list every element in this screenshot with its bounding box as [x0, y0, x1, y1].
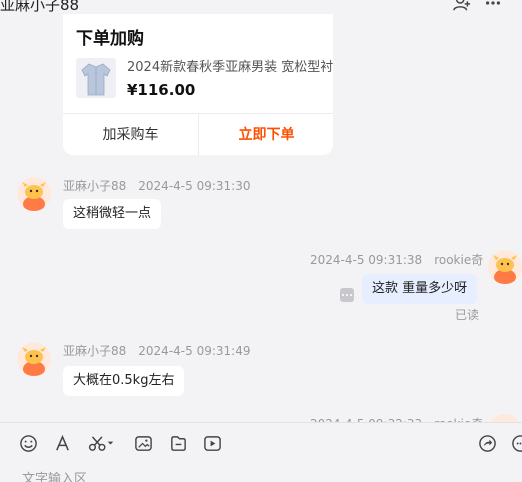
add-to-cart-button[interactable]: 加采购车 [63, 113, 198, 155]
order-card: 下单加购 2024新款春秋季亚麻男装 宽松型衬衫 ¥116.00 加采购车 立即… [63, 5, 333, 155]
message-bubble[interactable]: 这款 重量多少呀 [362, 274, 478, 304]
order-card-title: 下单加购 [76, 29, 144, 49]
file-icon[interactable] [167, 432, 189, 454]
image-icon[interactable] [132, 432, 154, 454]
more-icon[interactable] [482, 0, 504, 12]
message-time: 2024-4-5 09:31:30 [138, 179, 251, 193]
avatar[interactable] [17, 177, 51, 211]
message-meta: 亚麻小子88 2024-4-5 09:31:30 [63, 177, 250, 194]
message-bubble[interactable]: 这稍微轻一点 [63, 199, 162, 229]
message-time: 2024-4-5 09:31:38 [310, 253, 423, 267]
input-toolbar: 文字输入区 [0, 423, 522, 482]
message-meta: 2024-4-5 09:31:38 rookie奇 [310, 251, 483, 268]
chat-header: 亚麻小子88 [0, 0, 522, 14]
emoji-icon[interactable] [17, 432, 39, 454]
message-time: 2024-4-5 09:31:49 [138, 344, 251, 358]
avatar[interactable] [488, 250, 522, 284]
product-thumbnail[interactable] [76, 58, 116, 98]
video-icon[interactable] [201, 432, 223, 454]
font-icon[interactable] [51, 432, 73, 454]
share-icon[interactable] [476, 432, 498, 454]
message-bubble[interactable]: 大概在0.5kg左右 [63, 366, 185, 396]
buy-now-button[interactable]: 立即下单 [199, 113, 333, 155]
chat-title: 亚麻小子88 [0, 0, 80, 14]
product-price: ¥116.00 [127, 81, 196, 99]
message-meta: 亚麻小子88 2024-4-5 09:31:49 [63, 342, 250, 359]
message-input[interactable]: 文字输入区 [22, 468, 87, 482]
product-name: 2024新款春秋季亚麻男装 宽松型衬衫 [127, 60, 333, 75]
message-more-button[interactable] [340, 288, 354, 302]
sender-name: 亚麻小子88 [63, 344, 127, 358]
sender-name: 亚麻小子88 [63, 179, 127, 193]
chat-icon[interactable] [509, 432, 522, 454]
read-status: 已读 [455, 308, 480, 322]
user-plus-icon[interactable] [451, 0, 473, 12]
sender-name: rookie奇 [434, 253, 484, 267]
scissors-icon[interactable] [86, 432, 116, 454]
avatar[interactable] [17, 342, 51, 376]
